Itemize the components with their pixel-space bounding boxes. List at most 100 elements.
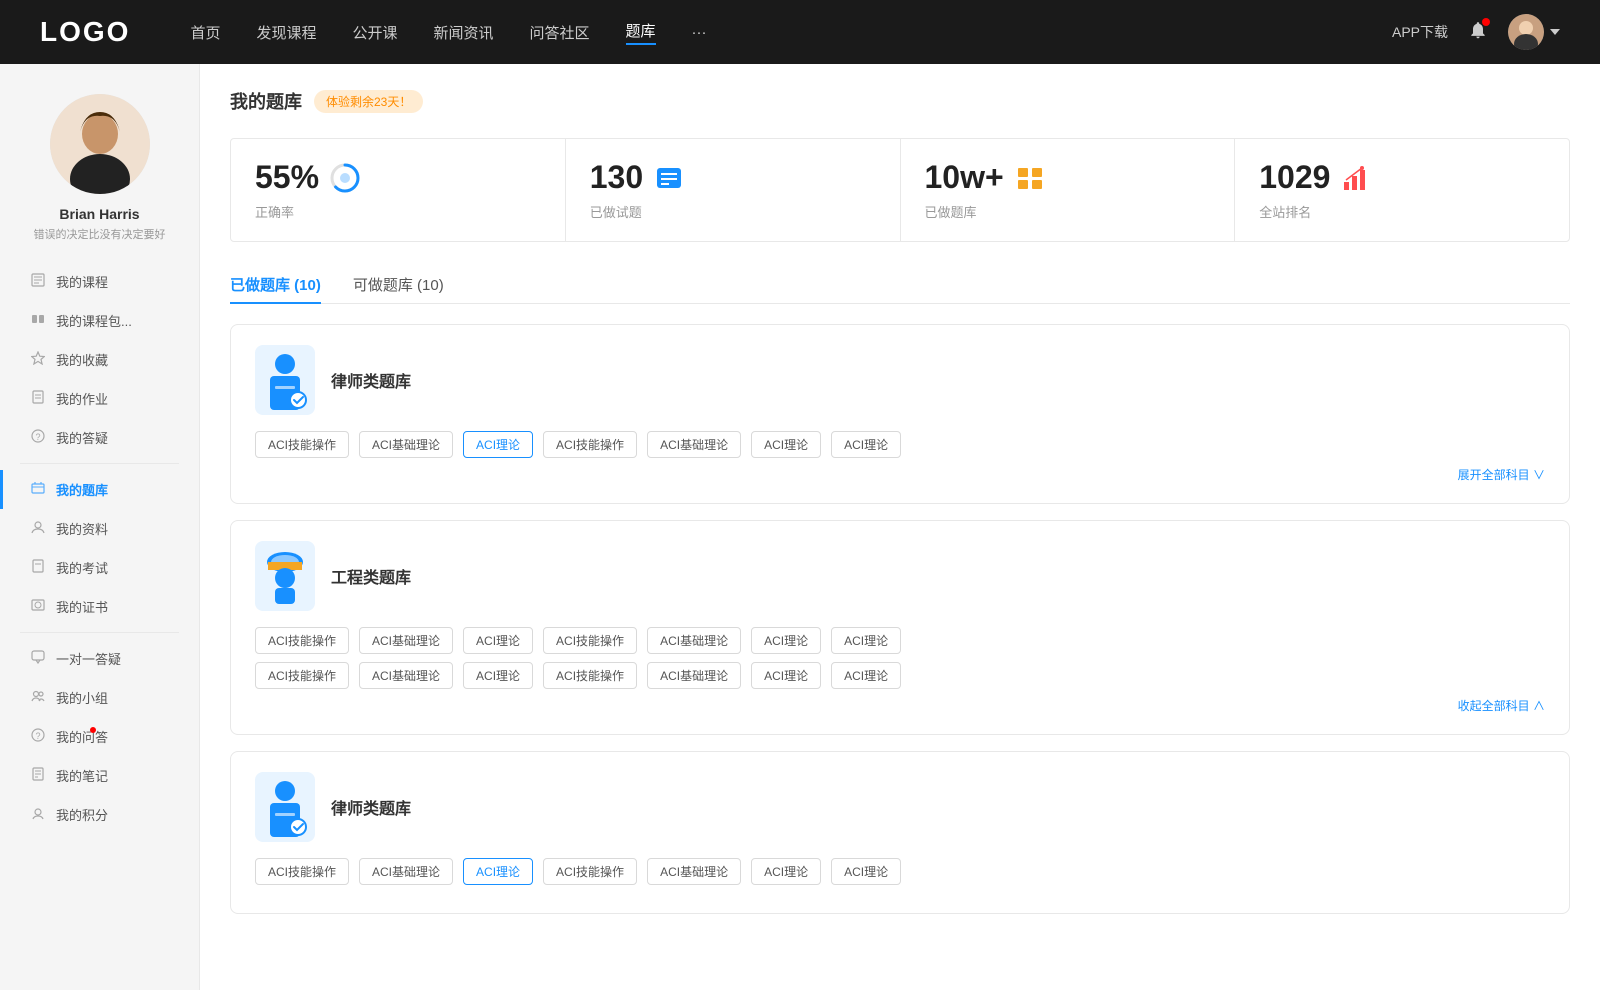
engineer-icon bbox=[255, 541, 315, 611]
sidebar-label: 我的证书 bbox=[56, 597, 108, 616]
stat-accuracy: 55% 正确率 bbox=[231, 139, 566, 241]
trial-badge: 体验剩余23天！ bbox=[314, 90, 423, 113]
nav-qa[interactable]: 问答社区 bbox=[530, 22, 590, 43]
nav-open-course[interactable]: 公开课 bbox=[352, 22, 397, 43]
tag[interactable]: ACI基础理论 bbox=[647, 858, 741, 885]
sidebar-item-profile[interactable]: 我的资料 bbox=[0, 509, 199, 548]
tag[interactable]: ACI理论 bbox=[751, 858, 821, 885]
sidebar-label: 我的收藏 bbox=[56, 350, 108, 369]
page-wrapper: Brian Harris 错误的决定比没有决定要好 我的课程 我的课程包... … bbox=[0, 64, 1600, 990]
sidebar-label: 我的笔记 bbox=[56, 766, 108, 785]
sidebar: Brian Harris 错误的决定比没有决定要好 我的课程 我的课程包... … bbox=[0, 64, 200, 990]
nav-question-bank[interactable]: 题库 bbox=[626, 20, 656, 45]
cert-icon bbox=[30, 598, 46, 615]
navbar-right: APP下载 bbox=[1392, 14, 1560, 50]
tag[interactable]: ACI理论 bbox=[463, 627, 533, 654]
stat-value-row2: 130 bbox=[590, 159, 876, 196]
ranking-label: 全站排名 bbox=[1259, 202, 1545, 221]
stats-row: 55% 正确率 130 bbox=[230, 138, 1570, 242]
bank-title-2: 工程类题库 bbox=[331, 564, 411, 588]
sidebar-item-homework[interactable]: 我的作业 bbox=[0, 379, 199, 418]
notification-bell[interactable] bbox=[1468, 20, 1488, 45]
tag[interactable]: ACI理论 bbox=[831, 662, 901, 689]
sidebar-label: 我的考试 bbox=[56, 558, 108, 577]
stat-done-questions: 130 已做试题 bbox=[566, 139, 901, 241]
nav-news[interactable]: 新闻资讯 bbox=[434, 22, 494, 43]
tag[interactable]: ACI理论 bbox=[751, 662, 821, 689]
tags-row-2a: ACI技能操作 ACI基础理论 ACI理论 ACI技能操作 ACI基础理论 AC… bbox=[255, 627, 1545, 654]
accuracy-icon bbox=[329, 162, 361, 194]
expand-link-1[interactable]: 展开全部科目 ∨ bbox=[255, 466, 1545, 483]
tag[interactable]: ACI理论 bbox=[751, 627, 821, 654]
sidebar-item-tutor[interactable]: 一对一答疑 bbox=[0, 639, 199, 678]
page-header: 我的题库 体验剩余23天！ bbox=[230, 88, 1570, 114]
tag[interactable]: ACI技能操作 bbox=[543, 627, 637, 654]
nav-home[interactable]: 首页 bbox=[190, 22, 220, 43]
tabs-row: 已做题库 (10) 可做题库 (10) bbox=[230, 266, 1570, 304]
sidebar-item-certificate[interactable]: 我的证书 bbox=[0, 587, 199, 626]
done-banks-value: 10w+ bbox=[925, 159, 1004, 196]
sidebar-label: 我的积分 bbox=[56, 805, 108, 824]
tag[interactable]: ACI理论 bbox=[831, 858, 901, 885]
bank-card-lawyer-2: 律师类题库 ACI技能操作 ACI基础理论 ACI理论 ACI技能操作 ACI基… bbox=[230, 751, 1570, 914]
done-banks-icon bbox=[1014, 162, 1046, 194]
app-download-link[interactable]: APP下载 bbox=[1392, 22, 1448, 42]
tag[interactable]: ACI技能操作 bbox=[255, 431, 349, 458]
bank-title-3: 律师类题库 bbox=[331, 795, 411, 819]
profile-icon bbox=[30, 520, 46, 537]
sidebar-label: 我的问答 bbox=[56, 727, 108, 746]
sidebar-item-qa[interactable]: ? 我的答疑 bbox=[0, 418, 199, 457]
tag[interactable]: ACI理论 bbox=[463, 662, 533, 689]
stat-value-row4: 1029 bbox=[1259, 159, 1545, 196]
sidebar-item-my-course[interactable]: 我的课程 bbox=[0, 262, 199, 301]
sidebar-label: 我的作业 bbox=[56, 389, 108, 408]
tag[interactable]: ACI理论 bbox=[831, 431, 901, 458]
sidebar-item-question-bank[interactable]: 我的题库 bbox=[0, 470, 199, 509]
tag-active[interactable]: ACI理论 bbox=[463, 858, 533, 885]
tags-row-3: ACI技能操作 ACI基础理论 ACI理论 ACI技能操作 ACI基础理论 AC… bbox=[255, 858, 1545, 885]
done-questions-icon bbox=[653, 162, 685, 194]
tag[interactable]: ACI基础理论 bbox=[647, 662, 741, 689]
tag[interactable]: ACI基础理论 bbox=[359, 431, 453, 458]
tag[interactable]: ACI基础理论 bbox=[647, 431, 741, 458]
collapse-link-2[interactable]: 收起全部科目 ∧ bbox=[255, 697, 1545, 714]
tag[interactable]: ACI基础理论 bbox=[359, 858, 453, 885]
points-icon bbox=[30, 806, 46, 823]
tag[interactable]: ACI理论 bbox=[831, 627, 901, 654]
nav-discover[interactable]: 发现课程 bbox=[256, 22, 316, 43]
sidebar-menu: 我的课程 我的课程包... 我的收藏 我的作业 bbox=[0, 262, 199, 834]
nav-more[interactable]: ··· bbox=[692, 24, 707, 41]
tag[interactable]: ACI技能操作 bbox=[543, 662, 637, 689]
tab-available-banks[interactable]: 可做题库 (10) bbox=[353, 266, 444, 303]
profile-avatar bbox=[50, 94, 150, 194]
sidebar-item-points[interactable]: 我的积分 bbox=[0, 795, 199, 834]
tag[interactable]: ACI技能操作 bbox=[255, 627, 349, 654]
sidebar-label: 我的课程包... bbox=[56, 311, 132, 330]
bank-title-1: 律师类题库 bbox=[331, 368, 411, 392]
tag[interactable]: ACI基础理论 bbox=[647, 627, 741, 654]
tag[interactable]: ACI技能操作 bbox=[543, 858, 637, 885]
tag-active[interactable]: ACI理论 bbox=[463, 431, 533, 458]
sidebar-label: 一对一答疑 bbox=[56, 649, 121, 668]
tag[interactable]: ACI技能操作 bbox=[255, 858, 349, 885]
tag[interactable]: ACI技能操作 bbox=[543, 431, 637, 458]
sidebar-item-group[interactable]: 我的小组 bbox=[0, 678, 199, 717]
sidebar-item-favorites[interactable]: 我的收藏 bbox=[0, 340, 199, 379]
bank-card-header-3: 律师类题库 bbox=[255, 772, 1545, 842]
notes-icon bbox=[30, 767, 46, 784]
user-avatar-wrapper[interactable] bbox=[1508, 14, 1560, 50]
tag[interactable]: ACI理论 bbox=[751, 431, 821, 458]
sidebar-item-course-package[interactable]: 我的课程包... bbox=[0, 301, 199, 340]
sidebar-item-notes[interactable]: 我的笔记 bbox=[0, 756, 199, 795]
tab-done-banks[interactable]: 已做题库 (10) bbox=[230, 266, 321, 303]
star-icon bbox=[30, 351, 46, 368]
lawyer-icon bbox=[255, 345, 315, 415]
stat-done-banks: 10w+ 已做题库 bbox=[901, 139, 1236, 241]
stat-value-row: 55% bbox=[255, 159, 541, 196]
sidebar-item-exam[interactable]: 我的考试 bbox=[0, 548, 199, 587]
sidebar-item-my-qa[interactable]: ? 我的问答 bbox=[0, 717, 199, 756]
tag[interactable]: ACI基础理论 bbox=[359, 627, 453, 654]
tag[interactable]: ACI基础理论 bbox=[359, 662, 453, 689]
tag[interactable]: ACI技能操作 bbox=[255, 662, 349, 689]
bank-card-lawyer-1: 律师类题库 ACI技能操作 ACI基础理论 ACI理论 ACI技能操作 ACI基… bbox=[230, 324, 1570, 504]
